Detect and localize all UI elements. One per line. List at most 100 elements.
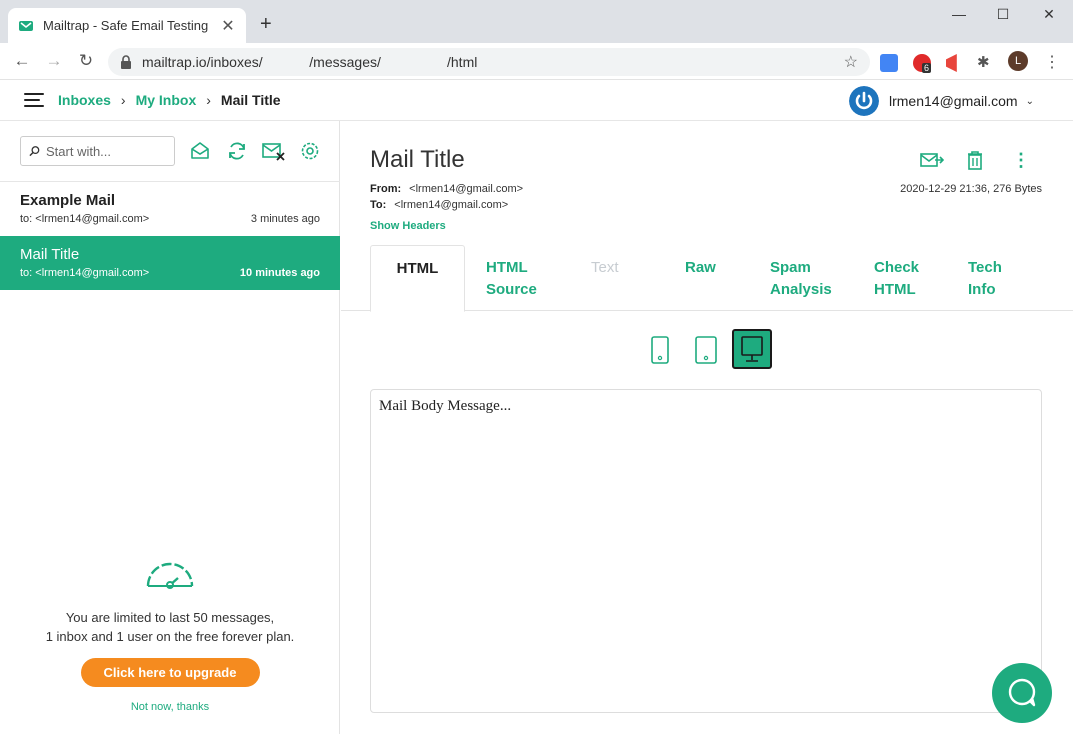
desktop-view-button[interactable] xyxy=(732,329,772,369)
to-value: <lrmen14@gmail.com> xyxy=(394,199,509,211)
tab-html[interactable]: HTML xyxy=(370,245,465,312)
open-envelope-icon[interactable] xyxy=(189,140,211,162)
message-list-item[interactable]: Example Mail to: <lrmen14@gmail.com> 3 m… xyxy=(0,182,340,236)
search-input[interactable] xyxy=(46,143,166,159)
upgrade-button[interactable]: Click here to upgrade xyxy=(80,658,260,687)
tab-label: Text xyxy=(591,259,619,276)
tab-label-2: Source xyxy=(486,281,537,298)
profile-avatar[interactable]: L xyxy=(1008,51,1028,71)
dismiss-link[interactable]: Not now, thanks xyxy=(0,701,340,713)
tab-text: Text xyxy=(591,245,619,311)
chevron-right-icon: › xyxy=(120,92,126,108)
megaphone-extension-icon[interactable] xyxy=(946,54,957,72)
phone-icon xyxy=(651,336,669,364)
close-window-button[interactable]: ✕ xyxy=(1026,6,1072,26)
tab-raw[interactable]: Raw xyxy=(685,245,716,311)
browser-tab[interactable]: Mailtrap - Safe Email Testing ✕ xyxy=(8,8,246,43)
limit-line-1: You are limited to last 50 messages, xyxy=(65,610,275,625)
maximize-button[interactable]: ☐ xyxy=(980,6,1026,26)
message-body: Mail Body Message... xyxy=(379,398,512,414)
desktop-icon xyxy=(741,336,763,362)
browser-titlebar: Mailtrap - Safe Email Testing ✕ + — ☐ ✕ xyxy=(0,0,1073,43)
settings-icon[interactable] xyxy=(299,140,321,162)
tab-html-source[interactable]: HTML Source xyxy=(486,245,537,311)
message-title: Mail Title xyxy=(370,146,465,173)
forward-icon[interactable]: → xyxy=(44,51,64,71)
breadcrumb-current: Mail Title xyxy=(220,92,281,108)
extensions-puzzle-icon[interactable]: ✱ xyxy=(977,54,995,72)
message-tabs: HTML HTML Source Text Raw Spam Analysis … xyxy=(341,245,1073,312)
to-label: To: xyxy=(370,199,387,211)
account-menu[interactable]: lrmen14@gmail.com ⌄ xyxy=(849,86,1034,116)
from-label: From: xyxy=(370,183,402,195)
reload-icon[interactable]: ↻ xyxy=(76,51,96,71)
from-line: From: <lrmen14@gmail.com> xyxy=(370,183,523,195)
message-time: 3 minutes ago xyxy=(250,213,320,225)
message-recipient: to: <lrmen14@gmail.com> xyxy=(20,267,150,279)
inbox-sidebar: Example Mail to: <lrmen14@gmail.com> 3 m… xyxy=(0,121,340,734)
tablet-view-button[interactable] xyxy=(686,329,726,369)
message-recipient: to: <lrmen14@gmail.com> xyxy=(20,213,150,225)
phone-view-button[interactable] xyxy=(640,329,680,369)
breadcrumb-inboxes[interactable]: Inboxes xyxy=(58,92,111,108)
tab-label: HTML xyxy=(486,259,528,276)
browser-toolbar: ← → ↻ mailtrap.io/inboxes/ /messages/ /h… xyxy=(0,43,1073,80)
tab-close-icon[interactable]: ✕ xyxy=(220,16,236,36)
message-subject: Example Mail xyxy=(20,192,116,209)
back-icon[interactable]: ← xyxy=(12,51,32,71)
search-icon xyxy=(29,146,40,157)
tab-label: Tech xyxy=(968,259,1002,276)
tab-label-2: Analysis xyxy=(770,281,832,298)
account-email: lrmen14@gmail.com xyxy=(889,93,1018,109)
more-options-icon[interactable]: ⋮ xyxy=(1012,149,1034,171)
to-line: To: <lrmen14@gmail.com> xyxy=(370,199,508,211)
lock-icon xyxy=(121,55,131,69)
search-box[interactable] xyxy=(20,136,175,166)
url-text: mailtrap.io/inboxes/ /messages/ /html xyxy=(142,54,478,70)
trash-icon[interactable] xyxy=(964,149,986,171)
limit-line-2: 1 inbox and 1 user on the free forever p… xyxy=(45,629,295,644)
breadcrumb-my-inbox[interactable]: My Inbox xyxy=(136,92,197,108)
message-panel: Mail Title ⋮ From: <lrmen14@gmail.com> To… xyxy=(341,121,1073,734)
show-headers-link[interactable]: Show Headers xyxy=(370,220,446,232)
tab-label-2: HTML xyxy=(874,281,916,298)
address-bar[interactable]: mailtrap.io/inboxes/ /messages/ /html ☆ xyxy=(108,48,870,76)
tab-tech-info[interactable]: Tech Info xyxy=(968,245,1002,311)
tab-label: Check xyxy=(874,259,920,276)
hamburger-icon[interactable] xyxy=(24,93,44,107)
browser-menu-icon[interactable]: ⋮ xyxy=(1044,52,1060,72)
tab-label: HTML xyxy=(396,260,439,277)
extension-badge-icon[interactable]: 6 xyxy=(913,54,932,73)
tab-check-html[interactable]: Check HTML xyxy=(874,245,919,311)
tab-spam-analysis[interactable]: Spam Analysis xyxy=(770,245,832,311)
tablet-icon xyxy=(695,336,717,364)
message-time: 10 minutes ago xyxy=(239,267,320,279)
tab-label: Spam xyxy=(770,259,811,276)
minimize-button[interactable]: — xyxy=(936,6,982,26)
breadcrumb: Inboxes › My Inbox › Mail Title xyxy=(58,92,281,108)
message-subject: Mail Title xyxy=(20,246,80,263)
tab-title: Mailtrap - Safe Email Testing xyxy=(43,18,209,33)
app-header: Inboxes › My Inbox › Mail Title lrmen14@… xyxy=(0,81,1073,121)
tab-label: Raw xyxy=(685,259,716,276)
refresh-icon[interactable] xyxy=(226,140,248,162)
date-size-info: 2020-12-29 21:36, 276 Bytes xyxy=(900,183,1042,195)
clear-inbox-icon[interactable] xyxy=(262,140,286,162)
html-preview-frame[interactable]: Mail Body Message... xyxy=(370,389,1042,713)
plan-limit-notice: You are limited to last 50 messages, 1 i… xyxy=(0,558,340,713)
power-icon xyxy=(849,86,879,116)
mailtrap-favicon-icon xyxy=(19,20,33,31)
message-list-item-selected[interactable]: Mail Title to: <lrmen14@gmail.com> 10 mi… xyxy=(0,236,340,290)
forward-mail-icon[interactable] xyxy=(920,149,944,171)
tab-label-2: Info xyxy=(968,281,996,298)
new-tab-button[interactable]: + xyxy=(260,14,272,34)
chat-support-button[interactable] xyxy=(992,663,1052,723)
chevron-right-icon: › xyxy=(206,92,211,108)
chevron-down-icon: ⌄ xyxy=(1025,95,1034,107)
bookmark-star-icon[interactable]: ☆ xyxy=(844,52,858,72)
speedometer-icon xyxy=(146,562,194,589)
chat-bubble-icon xyxy=(1008,678,1036,707)
extension-badge-count: 6 xyxy=(922,63,932,73)
translate-extension-icon[interactable] xyxy=(880,54,898,72)
from-value: <lrmen14@gmail.com> xyxy=(409,183,524,195)
